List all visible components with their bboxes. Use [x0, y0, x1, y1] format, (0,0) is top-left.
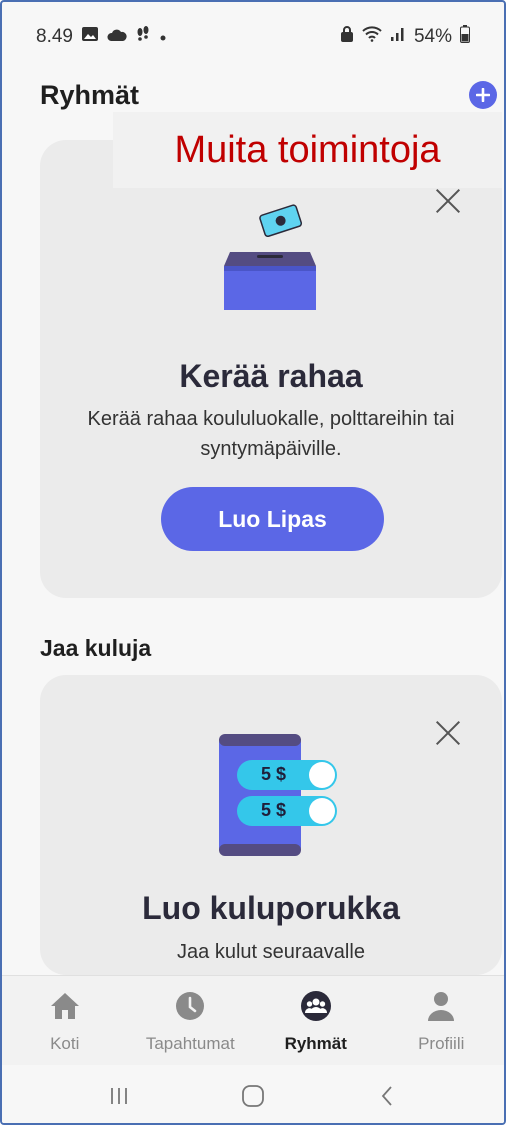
share-expenses-heading: Jaa kuluja — [40, 635, 152, 661]
nav-label-events: Tapahtumat — [145, 1034, 235, 1053]
share-expenses-subtitle: Jaa kulut seuraavalle — [177, 941, 365, 963]
nav-label-home: Koti — [50, 1034, 80, 1053]
footsteps-icon — [135, 25, 151, 49]
nav-item-groups[interactable]: Ryhmät — [253, 976, 379, 1065]
clock-icon — [172, 988, 208, 1024]
back-icon[interactable] — [367, 1076, 407, 1116]
person-icon — [423, 988, 459, 1024]
nav-item-home[interactable]: Koti — [2, 976, 128, 1065]
nav-item-profile[interactable]: Profiili — [379, 976, 505, 1065]
signal-icon — [390, 26, 406, 48]
share-expenses-title: Luo kuluporukka — [142, 890, 400, 926]
phone-screen: 8.49 54% Ryhmät Kerää rahaa Kerää rahaa … — [0, 0, 506, 1125]
status-right: 54% — [340, 25, 470, 49]
recent-apps-icon[interactable] — [99, 1076, 139, 1116]
collect-money-description: Kerää rahaa koululuokalle, polttareihin … — [87, 408, 455, 460]
phone-payment-icon: 5 $ 5 $ — [215, 732, 345, 858]
close-icon[interactable] — [434, 719, 462, 747]
add-group-button[interactable] — [469, 81, 497, 109]
battery-percent: 54% — [413, 26, 452, 47]
collect-money-card: Kerää rahaa Kerää rahaa koululuokalle, p… — [40, 140, 502, 598]
home-icon — [47, 988, 83, 1024]
nav-item-events[interactable]: Tapahtumat — [128, 976, 254, 1065]
group-icon — [298, 988, 334, 1024]
nav-label-profile: Profiili — [418, 1034, 465, 1053]
create-box-button[interactable]: Luo Lipas — [161, 487, 384, 551]
amount-label-1: 5 $ — [261, 764, 287, 784]
close-icon[interactable] — [434, 187, 462, 215]
cloud-icon — [107, 26, 127, 48]
share-expenses-card: 5 $ 5 $ Luo kuluporukka Jaa kulut seuraa… — [40, 675, 502, 975]
dot-icon — [159, 26, 167, 48]
home-button-icon[interactable] — [233, 1076, 273, 1116]
plus-icon — [476, 88, 490, 102]
gallery-icon — [81, 26, 99, 48]
page-title: Ryhmät — [40, 80, 140, 110]
lock-icon — [340, 25, 354, 49]
amount-label-2: 5 $ — [261, 800, 287, 820]
battery-icon — [460, 25, 470, 49]
system-navigation — [2, 1065, 504, 1123]
bottom-navigation: Koti Tapahtumat Ryhmät Profiili — [2, 975, 504, 1065]
donation-box-icon — [224, 204, 316, 310]
status-left: 8.49 — [36, 25, 167, 49]
status-bar: 8.49 54% — [2, 2, 504, 72]
wifi-icon — [362, 26, 382, 48]
nav-label-groups: Ryhmät — [284, 1034, 347, 1053]
status-time: 8.49 — [36, 26, 73, 47]
other-actions-label: Muita toimintoja — [113, 112, 502, 188]
collect-money-title: Kerää rahaa — [179, 358, 363, 394]
